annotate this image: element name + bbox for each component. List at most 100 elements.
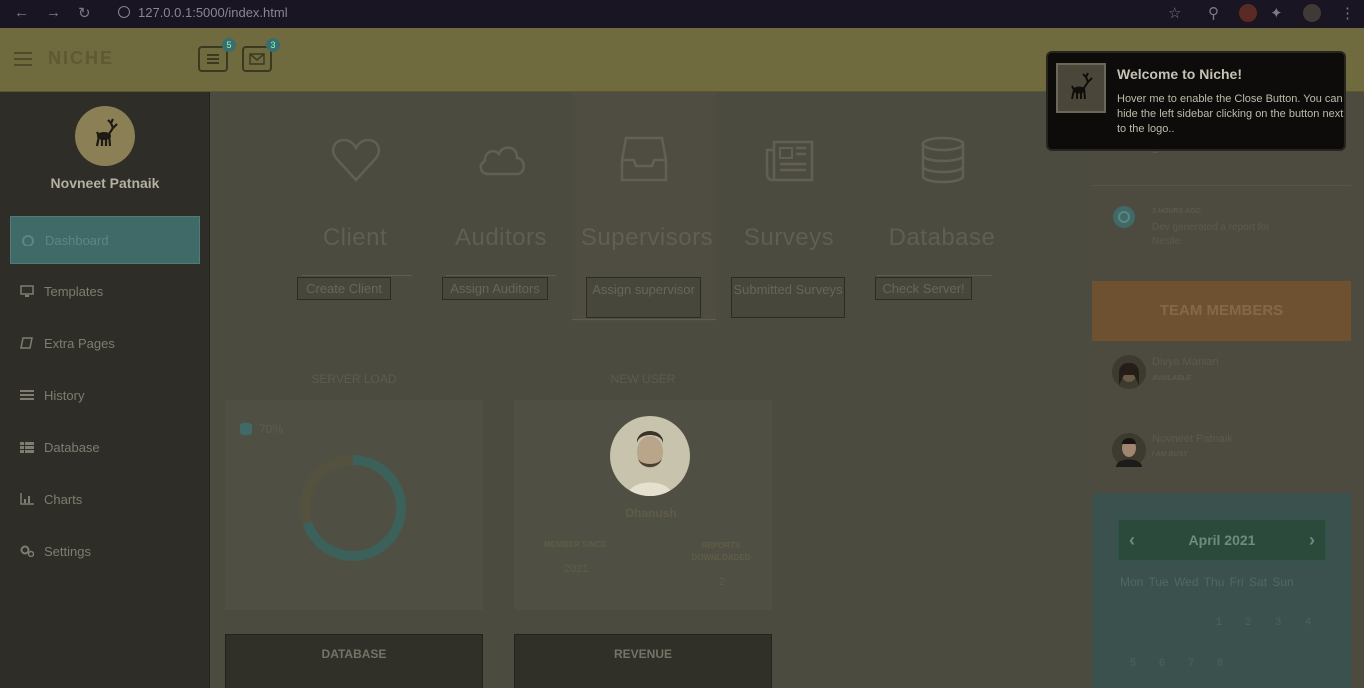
mail-button[interactable]: 3	[242, 38, 280, 72]
sidebar-item-extra-pages[interactable]: Extra Pages	[10, 320, 200, 368]
sidebar-item-charts[interactable]: Charts	[10, 476, 200, 524]
submitted-surveys-button[interactable]: Submitted Surveys	[731, 277, 845, 318]
list-icon	[20, 390, 34, 400]
sidebar-item-label: Dashboard	[45, 233, 109, 248]
member-since-label: MEMBER SINCE	[544, 540, 607, 549]
mail-badge: 3	[266, 38, 280, 52]
main-content: Client Create Client Auditors Assign Aud…	[210, 92, 1090, 688]
bar-chart-icon	[20, 493, 34, 505]
activity-time: 3 HOURS AGO	[1152, 208, 1201, 215]
divider	[446, 275, 556, 276]
calendar-day[interactable]: 4	[1305, 616, 1311, 628]
back-icon[interactable]: ←	[14, 4, 29, 21]
notification-title: Welcome to Niche!	[1117, 66, 1242, 82]
calendar-day[interactable]: 5	[1130, 657, 1136, 669]
server-load-title: SERVER LOAD	[311, 372, 397, 386]
envelope-icon	[249, 53, 265, 65]
calendar-day[interactable]: 8	[1217, 657, 1223, 669]
new-user-panel: Dhanush MEMBER SINCE 2021 REPORTS DOWNLO…	[514, 400, 772, 610]
brand-logo[interactable]: NICHE	[48, 48, 114, 69]
calendar: ‹ April 2021 › Mon Tue Wed Thu Fri Sat S…	[1092, 493, 1351, 688]
chevron-left-icon[interactable]: ‹	[1129, 520, 1135, 560]
browser-bar: ← → ↻ 127.0.0.1:5000/index.html ☆ ⚲ ✦ ⋮	[0, 0, 1364, 28]
inbox-icon	[620, 136, 668, 182]
member-name: Divya Manian	[1152, 356, 1219, 368]
reports-value: 2	[719, 576, 726, 588]
new-user-name: Dhanush	[625, 506, 677, 520]
new-user-title: NEW USER	[610, 372, 676, 386]
deer-icon	[95, 118, 118, 147]
sidebar-item-settings[interactable]: Settings	[10, 528, 200, 576]
sidebar-item-label: Database	[44, 440, 100, 455]
calendar-day[interactable]: 6	[1159, 657, 1165, 669]
calendar-day[interactable]: 3	[1275, 616, 1281, 628]
book-icon	[20, 337, 33, 349]
divider	[877, 275, 992, 276]
sidebar-item-history[interactable]: History	[10, 372, 200, 420]
tile-title: Database	[888, 224, 996, 251]
puzzle-icon[interactable]: ✦	[1270, 4, 1283, 22]
tile-client: Client Create Client	[280, 92, 430, 322]
menu-icon[interactable]: ⋮	[1340, 4, 1355, 22]
chevron-right-icon[interactable]: ›	[1309, 520, 1315, 560]
tile-title: Client	[322, 224, 388, 251]
tile-title: Auditors	[454, 224, 548, 251]
server-load-gauge	[300, 455, 406, 561]
sidebar-item-templates[interactable]: Templates	[10, 268, 200, 316]
clock-icon	[1113, 206, 1135, 228]
reports-label: REPORTS DOWNLOADED	[691, 541, 751, 562]
deer-icon	[1071, 72, 1093, 100]
create-client-button[interactable]: Create Client	[297, 277, 391, 300]
server-load-panel: 70%	[225, 400, 483, 610]
member-avatar[interactable]	[1112, 355, 1146, 389]
star-icon[interactable]: ☆	[1168, 4, 1181, 22]
sidebar-item-label: Extra Pages	[44, 336, 115, 351]
forward-icon[interactable]: →	[46, 4, 61, 21]
tile-supervisors: Supervisors Assign supervisor	[572, 92, 716, 322]
tasks-button[interactable]: 5	[198, 38, 236, 72]
check-server-button[interactable]: Check Server!	[875, 277, 972, 300]
tile-title: Surveys	[743, 224, 835, 251]
address-bar[interactable]: 127.0.0.1:5000/index.html	[118, 5, 288, 20]
database-icon	[240, 422, 252, 436]
assign-auditors-button[interactable]: Assign Auditors	[442, 277, 548, 300]
desktop-icon	[20, 285, 34, 297]
assign-supervisor-button[interactable]: Assign supervisor	[586, 277, 701, 318]
member-avatar[interactable]	[1112, 433, 1146, 467]
divider	[1092, 185, 1351, 186]
sidebar-item-dashboard[interactable]: Dashboard	[10, 216, 200, 264]
calendar-day[interactable]: 7	[1188, 657, 1194, 669]
gears-icon	[20, 545, 34, 557]
calendar-day[interactable]: 2	[1245, 616, 1251, 628]
weekday: Wed	[1174, 575, 1199, 589]
table-icon	[20, 442, 34, 453]
calendar-day[interactable]: 1	[1216, 616, 1222, 628]
search-icon[interactable]: ⚲	[1208, 4, 1219, 22]
calendar-weekdays: Mon Tue Wed Thu Fri Sat Sun	[1120, 575, 1294, 589]
activity-text: Dev generated a report for Nestle.	[1152, 222, 1270, 247]
hamburger-icon[interactable]	[14, 52, 32, 66]
url-text: 127.0.0.1:5000/index.html	[138, 5, 288, 20]
newspaper-icon	[765, 140, 814, 182]
extension-icon[interactable]	[1239, 4, 1257, 22]
calendar-header: ‹ April 2021 ›	[1118, 519, 1326, 561]
reload-icon[interactable]: ↻	[78, 4, 91, 22]
sidebar-item-database[interactable]: Database	[10, 424, 200, 472]
welcome-notification[interactable]: Welcome to Niche! Hover me to enable the…	[1046, 51, 1346, 151]
sidebar-item-label: Templates	[44, 284, 104, 299]
tile-surveys: Surveys Submitted Surveys	[714, 92, 864, 322]
member-status: AVAILABLE	[1152, 375, 1192, 382]
tile-database: Database Check Server!	[867, 92, 1017, 322]
person-photo	[628, 431, 672, 496]
user-avatar[interactable]	[75, 106, 135, 166]
database-panel-header: DATABASE	[225, 634, 483, 688]
sidebar-item-label: History	[44, 388, 85, 403]
profile-icon[interactable]	[1303, 4, 1321, 22]
info-icon	[118, 6, 130, 18]
team-members-header: TEAM MEMBERS	[1092, 281, 1351, 341]
new-user-avatar[interactable]	[610, 416, 690, 496]
cloud-icon	[479, 146, 525, 176]
weekday: Mon	[1120, 575, 1144, 589]
weekday: Tue	[1148, 575, 1169, 589]
member-name: Novneet Patnaik	[1152, 433, 1233, 445]
